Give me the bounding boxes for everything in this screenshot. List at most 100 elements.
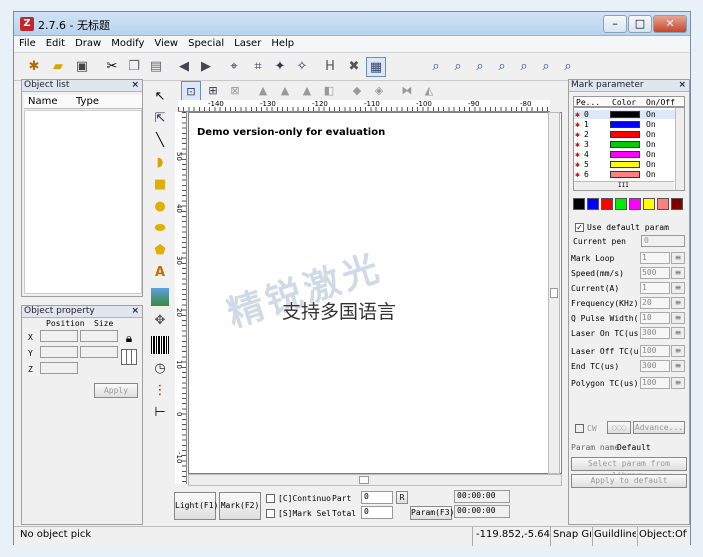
hscroll-thumb[interactable]: [359, 476, 369, 484]
unlock-object-icon[interactable]: ▲: [275, 81, 295, 101]
node-pointer-icon[interactable]: ⇱: [151, 110, 169, 128]
lock-icon[interactable]: 🔒︎: [121, 331, 137, 347]
pen-color-swatch[interactable]: [610, 131, 640, 138]
node-delete-icon[interactable]: ✧: [292, 57, 312, 77]
pen-color-swatch[interactable]: [610, 171, 640, 178]
wave-icon[interactable]: ◌◌◌: [607, 421, 631, 434]
position-x-field[interactable]: [40, 330, 78, 342]
canvas-horizontal-scrollbar[interactable]: [188, 474, 562, 486]
column-name[interactable]: Name: [28, 96, 58, 107]
palette-swatch[interactable]: [587, 198, 599, 210]
zoom-in-icon[interactable]: ⌕: [448, 57, 468, 77]
curve-icon[interactable]: ◗: [151, 154, 169, 172]
align-center-icon[interactable]: ⊠: [225, 81, 245, 101]
node-edit-icon[interactable]: ⌖: [224, 57, 244, 77]
object-list-body[interactable]: [24, 110, 142, 294]
continue-checkbox[interactable]: [266, 494, 275, 503]
reset-button[interactable]: R: [396, 491, 408, 504]
zoom-select-icon[interactable]: ⌕: [536, 57, 556, 77]
barcode-icon[interactable]: [151, 336, 169, 354]
palette-swatch[interactable]: [643, 198, 655, 210]
circle-icon[interactable]: ●: [151, 198, 169, 216]
ellipse-icon[interactable]: ⬬: [151, 220, 169, 238]
menu-draw[interactable]: Draw: [70, 36, 106, 51]
tools-icon[interactable]: ✖: [344, 57, 364, 77]
palette-swatch[interactable]: [671, 198, 683, 210]
save-icon[interactable]: ▣: [72, 57, 92, 77]
calculator-icon[interactable]: ▦: [366, 57, 386, 77]
menu-file[interactable]: File: [14, 36, 41, 51]
pen-color-swatch[interactable]: [610, 141, 640, 148]
close-button[interactable]: ✕: [653, 15, 687, 33]
palette-swatch[interactable]: [657, 198, 669, 210]
part-field[interactable]: 0: [361, 491, 393, 504]
canvas-vertical-scrollbar[interactable]: [548, 112, 560, 474]
grid-anchor-icon[interactable]: [121, 349, 137, 365]
spin-icon[interactable]: ≡: [671, 297, 685, 309]
mark-button[interactable]: Mark(F2): [219, 492, 261, 520]
apply-to-default-button[interactable]: Apply to default: [571, 474, 687, 488]
new-file-icon[interactable]: ✱: [24, 57, 44, 77]
vscroll-thumb[interactable]: [550, 288, 558, 298]
group-icon[interactable]: ◧: [319, 81, 339, 101]
paste-icon[interactable]: ▤: [146, 57, 166, 77]
menu-edit[interactable]: Edit: [41, 36, 70, 51]
rotate-icon[interactable]: ◆: [347, 81, 367, 101]
pen-row[interactable]: ✱ 6 On: [574, 170, 684, 179]
spin-icon[interactable]: ≡: [671, 252, 685, 264]
object-list-close-icon[interactable]: ×: [131, 80, 139, 91]
zoom-out-icon[interactable]: ⌕: [470, 57, 490, 77]
palette-swatch[interactable]: [615, 198, 627, 210]
size-x-field[interactable]: [80, 330, 118, 342]
spin-icon[interactable]: ≡: [671, 282, 685, 294]
extend-axis-icon[interactable]: ⊢: [151, 404, 169, 422]
zoom-icon[interactable]: ⌕: [426, 57, 446, 77]
spin-icon[interactable]: ≡: [671, 360, 685, 372]
image-icon[interactable]: [151, 288, 169, 306]
param-button[interactable]: Param(F3): [410, 506, 454, 520]
pen-table-vscrollbar[interactable]: [675, 108, 684, 190]
pen-table[interactable]: ✱ 0 On ✱ 1 On ✱ 2 On ✱ 3 On ✱ 4 On ✱ 5 On ✱ 6 On III: [573, 107, 685, 191]
pen-color-swatch[interactable]: [610, 151, 640, 158]
align-box-icon[interactable]: ⊞: [203, 81, 223, 101]
light-button[interactable]: Light(F1): [174, 492, 218, 520]
lock-object-icon[interactable]: ▲: [253, 81, 273, 101]
forward-icon[interactable]: ▶: [196, 57, 216, 77]
spin-icon[interactable]: ≡: [671, 312, 685, 324]
position-z-field[interactable]: [40, 362, 78, 374]
pen-color-swatch[interactable]: [610, 161, 640, 168]
vector-file-icon[interactable]: ✥: [151, 312, 169, 330]
flip-vertical-icon[interactable]: ◭: [419, 81, 439, 101]
text-icon[interactable]: A: [151, 264, 169, 282]
menu-view[interactable]: View: [149, 36, 183, 51]
maximize-button[interactable]: □: [628, 15, 652, 33]
timer-icon[interactable]: ◷: [151, 360, 169, 378]
lock-all-icon[interactable]: ▲: [297, 81, 317, 101]
polygon-icon[interactable]: ⬟: [151, 242, 169, 260]
current-pen-field[interactable]: 0: [641, 235, 685, 247]
mark-parameter-close-icon[interactable]: ×: [678, 80, 686, 91]
rectangle-icon[interactable]: ■: [151, 176, 169, 194]
menu-modify[interactable]: Modify: [106, 36, 149, 51]
status-object-snap[interactable]: Object:Off: [639, 529, 687, 540]
pen-color-swatch[interactable]: [610, 121, 640, 128]
zoom-all-icon[interactable]: ⌕: [492, 57, 512, 77]
column-type[interactable]: Type: [76, 96, 99, 107]
spin-icon[interactable]: ≡: [671, 267, 685, 279]
status-guideline[interactable]: Guildline:: [594, 529, 636, 540]
apply-button[interactable]: Apply: [94, 383, 138, 398]
spin-icon[interactable]: ≡: [671, 327, 685, 339]
status-snap-grid[interactable]: Snap Grid: [553, 529, 591, 540]
pen-row[interactable]: ✱ 1 On: [574, 120, 684, 129]
menu-help[interactable]: Help: [266, 36, 299, 51]
select-param-library-button[interactable]: Select param from library: [571, 457, 687, 480]
menu-special[interactable]: Special: [183, 36, 229, 51]
pointer-icon[interactable]: ↖: [151, 88, 169, 106]
line-icon[interactable]: ╲: [151, 132, 169, 150]
back-icon[interactable]: ◀: [174, 57, 194, 77]
hatch-icon[interactable]: H: [320, 57, 340, 77]
menu-laser[interactable]: Laser: [229, 36, 266, 51]
pen-color-swatch[interactable]: [610, 111, 640, 118]
open-folder-icon[interactable]: ▰: [48, 57, 68, 77]
align-select-icon[interactable]: ⊡: [181, 81, 201, 101]
